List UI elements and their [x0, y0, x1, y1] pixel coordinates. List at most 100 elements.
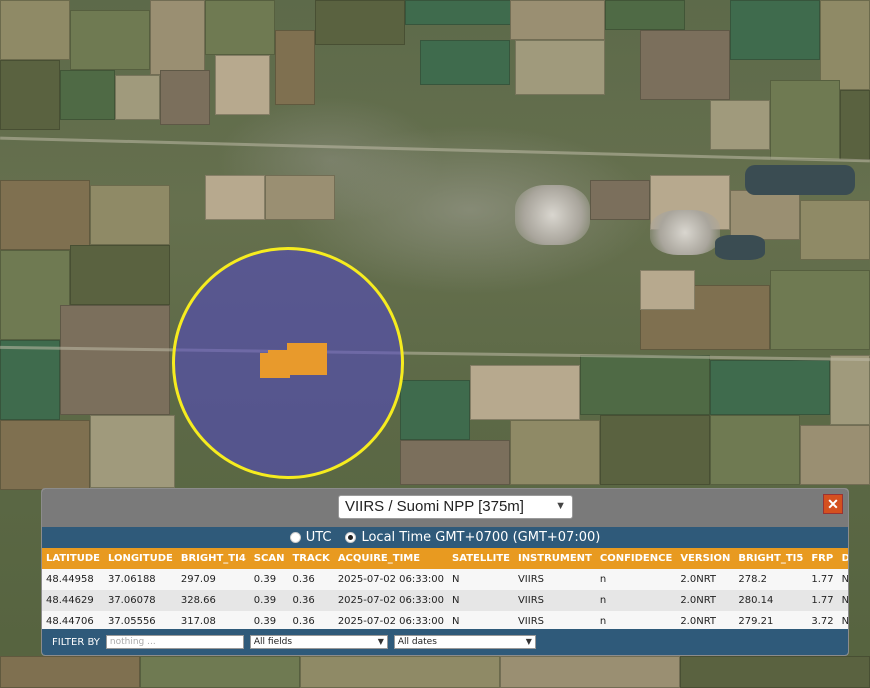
time-option-local[interactable]: Local Time GMT+0700 (GMT+07:00) — [345, 530, 600, 545]
map-field — [730, 0, 820, 60]
map-field — [160, 70, 210, 125]
map-field — [500, 656, 680, 688]
map-field — [470, 365, 580, 420]
map-field — [0, 60, 60, 130]
panel-header: VIIRS / Suomi NPP [375m] ▼ ✕ — [42, 489, 848, 527]
map-field — [515, 40, 605, 95]
map-field — [400, 440, 510, 485]
map-field — [710, 415, 800, 485]
map-field — [605, 0, 685, 30]
table-cell: 328.66 — [176, 590, 250, 611]
fire-data-table: LATITUDE LONGITUDE BRIGHT_TI4 SCAN TRACK… — [42, 548, 848, 632]
map-field — [770, 270, 870, 350]
filter-text-input[interactable]: nothing ... — [105, 635, 244, 649]
table-cell: N — [448, 590, 514, 611]
table-row[interactable]: 48.44629 37.06078 328.66 0.39 0.36 2025-… — [42, 590, 848, 611]
table-cell: VIIRS — [513, 569, 596, 590]
utc-radio[interactable] — [289, 532, 301, 543]
table-cell: N — [837, 569, 848, 590]
map-pond — [745, 165, 855, 195]
map-field — [0, 0, 70, 60]
map-field — [400, 380, 470, 440]
filter-date-value: All dates — [397, 637, 437, 647]
map-field — [215, 55, 270, 115]
column-header[interactable]: BRIGHT_TI4 — [176, 548, 250, 569]
map-field — [70, 245, 170, 305]
column-header[interactable]: FRP — [807, 548, 838, 569]
map-field — [150, 0, 205, 75]
filter-field-select[interactable]: All fields ▼ — [249, 635, 388, 649]
time-option-utc[interactable]: UTC — [289, 530, 332, 545]
map-field — [405, 0, 515, 25]
column-header[interactable]: DAYNIGHT — [837, 548, 848, 569]
column-header[interactable]: SATELLITE — [448, 548, 514, 569]
map-field — [0, 656, 140, 688]
map-field — [315, 0, 405, 45]
map-field — [840, 90, 870, 160]
column-header[interactable]: TRACK — [288, 548, 334, 569]
table-cell: 2.0NRT — [676, 569, 735, 590]
table-cell: 0.39 — [249, 590, 289, 611]
map-pond — [715, 235, 765, 260]
map-field — [830, 355, 870, 425]
table-cell: 48.44958 — [42, 569, 104, 590]
column-header[interactable]: INSTRUMENT — [513, 548, 596, 569]
table-row[interactable]: 48.44958 37.06188 297.09 0.39 0.36 2025-… — [42, 569, 848, 590]
fire-hotspot[interactable] — [287, 343, 327, 375]
map-field — [70, 10, 150, 70]
map-field — [0, 180, 90, 250]
map-field — [140, 656, 300, 688]
table-cell: 0.36 — [288, 569, 334, 590]
map-field — [640, 30, 730, 100]
time-zone-bar: UTC Local Time GMT+0700 (GMT+07:00) — [42, 527, 848, 548]
map-field — [510, 0, 605, 40]
satellite-source-label: VIIRS / Suomi NPP [375m] — [345, 498, 524, 515]
map-field — [710, 360, 830, 415]
filter-label: FILTER BY — [52, 636, 100, 648]
table-cell: 280.14 — [734, 590, 808, 611]
map-field — [770, 80, 840, 160]
satellite-source-select[interactable]: VIIRS / Suomi NPP [375m] ▼ — [338, 495, 573, 519]
column-header[interactable]: VERSION — [676, 548, 735, 569]
map-field — [510, 420, 600, 485]
table-cell: n — [595, 569, 677, 590]
local-time-label: Local Time GMT+0700 (GMT+07:00) — [361, 530, 601, 545]
column-header[interactable]: ACQUIRE_TIME — [333, 548, 449, 569]
map-field — [820, 0, 870, 90]
filter-field-value: All fields — [253, 637, 293, 647]
table-cell: 1.77 — [807, 569, 838, 590]
column-header[interactable]: SCAN — [249, 548, 289, 569]
map-field — [800, 200, 870, 260]
column-header[interactable]: LATITUDE — [42, 548, 104, 569]
table-cell: VIIRS — [513, 590, 596, 611]
map-field — [90, 185, 170, 245]
table-cell: n — [595, 590, 677, 611]
utc-label: UTC — [305, 530, 332, 545]
table-cell: 278.2 — [734, 569, 808, 590]
close-button[interactable]: ✕ — [823, 494, 843, 514]
table-cell: 2025-07-02 06:33:00 — [333, 569, 449, 590]
map-field — [60, 70, 115, 120]
map-quarry-site — [640, 270, 695, 310]
map-field — [0, 340, 60, 420]
map-field — [590, 180, 650, 220]
table-header-row: LATITUDE LONGITUDE BRIGHT_TI4 SCAN TRACK… — [42, 548, 848, 569]
map-field — [0, 420, 90, 490]
column-header[interactable]: LONGITUDE — [103, 548, 177, 569]
map-field — [205, 175, 265, 220]
map-field — [265, 175, 335, 220]
map-field — [90, 415, 175, 488]
map-field — [275, 30, 315, 105]
fire-hotspot[interactable] — [268, 350, 292, 362]
filter-date-select[interactable]: All dates ▼ — [393, 635, 536, 649]
local-time-radio[interactable] — [345, 532, 357, 543]
table-cell: 0.36 — [288, 590, 334, 611]
filter-bar: FILTER BY nothing ... All fields ▼ All d… — [42, 629, 848, 655]
column-header[interactable]: CONFIDENCE — [595, 548, 677, 569]
filter-placeholder: nothing ... — [109, 637, 156, 647]
table-cell: N — [837, 590, 848, 611]
map-field — [710, 100, 770, 150]
map-field — [730, 190, 800, 240]
map-field — [60, 305, 170, 415]
column-header[interactable]: BRIGHT_TI5 — [734, 548, 808, 569]
